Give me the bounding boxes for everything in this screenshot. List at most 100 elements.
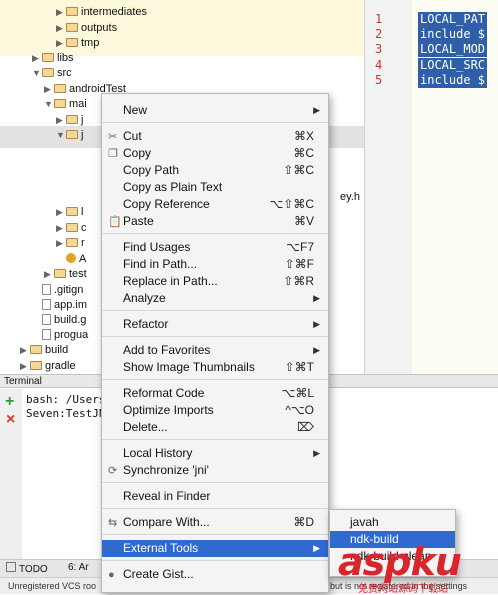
menu-item-label: Copy Path [123,163,180,177]
tree-item-label: intermediates [81,6,148,18]
folder-icon [66,23,78,32]
menu-item-reformat-code[interactable]: Reformat Code ⌥⌘L [102,385,328,402]
submenu-arrow-icon: ▶ [313,543,320,553]
tree-item[interactable]: ▶ r [56,235,85,251]
menu-item-label: Local History [123,446,193,460]
chevron-right-icon[interactable]: ▶ [20,342,30,358]
menu-separator [102,560,328,561]
tree-item-label: src [57,67,72,79]
menu-item-replace-in-path[interactable]: Replace in Path... ⇧⌘R [102,273,328,290]
menu-item-shortcut: ⇧⌘R [283,274,314,288]
tree-item[interactable]: ▼ j [56,127,83,143]
tree-item[interactable]: ▼ mai [44,96,87,112]
tree-item[interactable]: ▶ intermediates [56,4,147,20]
tree-item[interactable]: ▶ j [56,112,83,128]
menu-item-compare-with[interactable]: ⇆ Compare With... ⌘D [102,514,328,531]
tree-item[interactable]: ▶ l [56,204,83,220]
chevron-right-icon[interactable]: ▶ [56,20,66,36]
todo-tab[interactable]: TODO [6,562,48,575]
folder-icon [42,68,54,77]
menu-item-copy-as-plain-text[interactable]: Copy as Plain Text [102,179,328,196]
tree-item[interactable]: ▶ libs [32,50,74,66]
code-line[interactable]: LOCAL_PAT [418,12,488,27]
chevron-right-icon[interactable]: ▶ [56,220,66,236]
menu-item-label: Cut [123,129,142,143]
chevron-right-icon[interactable]: ▶ [32,50,42,66]
menu-item-copy[interactable]: ❐ Copy ⌘C [102,145,328,162]
chevron-down-icon[interactable]: ▼ [32,65,42,81]
tree-item-label: app.im [54,299,88,311]
folder-icon [66,115,78,124]
chevron-down-icon[interactable]: ▼ [44,96,54,112]
tree-item[interactable]: ▶ c [56,220,87,236]
menu-item-shortcut: ⌥⇧⌘C [269,197,314,211]
menu-item-label: Find Usages [123,240,191,254]
chevron-right-icon[interactable]: ▶ [56,235,66,251]
menu-item-label: Optimize Imports [123,403,214,417]
tree-item[interactable]: ▶ build [20,342,68,358]
tree-item[interactable]: ▶ tmp [56,35,99,51]
tree-item-label: build.g [54,314,87,326]
menu-item-reveal-in-finder[interactable]: Reveal in Finder [102,488,328,505]
chevron-right-icon[interactable]: ▶ [56,112,66,128]
chevron-right-icon[interactable]: ▶ [56,204,66,220]
menu-item-create-gist[interactable]: ● Create Gist... [102,566,328,583]
android-tab[interactable]: 6: Ar [68,562,89,573]
chevron-down-icon[interactable]: ▼ [56,127,66,143]
menu-item-add-to-favorites[interactable]: Add to Favorites ▶ [102,342,328,359]
tree-item-label: mai [69,98,87,110]
menu-item-optimize-imports[interactable]: Optimize Imports ^⌥O [102,402,328,419]
menu-item-show-image-thumbnails[interactable]: Show Image Thumbnails ⇧⌘T [102,359,328,376]
line-number: 3 [375,42,383,56]
menu-item-delete[interactable]: Delete... ⌦ [102,419,328,436]
code-line[interactable]: include $ [418,73,488,88]
todo-label: TODO [19,564,48,575]
menu-item-paste[interactable]: 📋 Paste ⌘V [102,213,328,230]
line-number: 2 [375,27,383,41]
tree-item-label: outputs [81,22,118,34]
chevron-right-icon[interactable]: ▶ [44,81,54,97]
tree-item[interactable]: progua [32,327,88,343]
terminal-toolbar: + × [0,389,23,559]
menu-item-external-tools[interactable]: External Tools ▶ [102,540,328,557]
menu-item-refactor[interactable]: Refactor ▶ [102,316,328,333]
tree-item[interactable]: app.im [32,297,87,313]
menu-item-local-history[interactable]: Local History ▶ [102,445,328,462]
tree-item[interactable]: ▶ test [44,266,87,282]
menu-item-copy-reference[interactable]: Copy Reference ⌥⇧⌘C [102,196,328,213]
chevron-right-icon[interactable]: ▶ [20,358,30,374]
menu-item-copy-path[interactable]: Copy Path ⇧⌘C [102,162,328,179]
tree-item[interactable]: ▼ src [32,65,72,81]
menu-item-synchronize-jni[interactable]: ⟳ Synchronize 'jni' [102,462,328,479]
tree-item-label: test [69,268,87,280]
chevron-right-icon[interactable]: ▶ [44,266,54,282]
tree-item-label: progua [54,329,89,341]
chevron-right-icon[interactable]: ▶ [56,4,66,20]
menu-item-analyze[interactable]: Analyze ▶ [102,290,328,307]
menu-item-label: Add to Favorites [123,343,211,357]
code-editor[interactable]: LOCAL_PAT include $ LOCAL_MOD LOCAL_SRC … [412,0,498,374]
menu-item-cut[interactable]: ✂ Cut ⌘X [102,128,328,145]
close-terminal-icon[interactable]: × [6,411,15,429]
tree-item[interactable]: build.g [32,312,86,328]
menu-item-find-usages[interactable]: Find Usages ⌥F7 [102,239,328,256]
tree-item[interactable]: ey.h [330,189,360,205]
submenu-item-javah[interactable]: javah [330,514,455,531]
tree-item-label: j [81,114,84,126]
chevron-right-icon[interactable]: ▶ [56,35,66,51]
tree-item-label: l [81,206,84,218]
code-line[interactable]: LOCAL_MOD [418,42,488,57]
file-icon [42,299,51,310]
add-terminal-icon[interactable]: + [5,393,14,411]
code-line[interactable]: LOCAL_SRC [418,58,488,73]
menu-item-label: Copy [123,146,152,160]
folder-icon [66,207,78,216]
tree-item[interactable]: ▶ gradle [20,358,76,374]
menu-item-find-in-path[interactable]: Find in Path... ⇧⌘F [102,256,328,273]
tree-item[interactable]: ▶ outputs [56,20,117,36]
menu-item-shortcut: ⌦ [297,420,314,434]
tree-item[interactable]: A [56,251,86,267]
tree-item[interactable]: .gitign [32,282,83,298]
code-line[interactable]: include $ [418,27,488,42]
menu-item-new[interactable]: New ▶ [102,102,328,119]
